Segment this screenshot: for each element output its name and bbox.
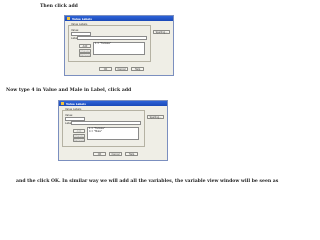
value-field[interactable] [71,32,91,36]
value-labels-list[interactable]: 1 = "Female" [93,42,145,55]
help-button[interactable]: Help [125,152,138,156]
value-labels-dialog-after-add: Value Labels Value Labels Value: Label: … [58,100,168,161]
value-labels-dialog: Value Labels Value Labels Value: Label: … [64,15,174,76]
list-item[interactable]: 4 = "Male" [89,130,138,134]
label-field[interactable] [71,121,141,125]
cancel-button[interactable]: Cancel [109,152,122,156]
spelling-button[interactable]: Spelling... [153,30,170,34]
add-button[interactable]: Add [79,44,91,48]
change-button[interactable]: Change [79,48,91,53]
add-button[interactable]: Add [73,129,85,133]
value-field[interactable] [65,117,85,121]
spelling-button[interactable]: Spelling... [147,115,164,119]
app-icon [67,17,70,20]
value-labels-list[interactable]: 1 = "Female" 4 = "Male" [87,127,139,140]
change-button[interactable]: Change [73,133,85,138]
label-field[interactable] [77,36,147,40]
dialog-title: Value Labels [72,16,92,21]
cancel-button[interactable]: Cancel [115,67,128,71]
caption-then-click-add: Then click add [40,4,78,9]
list-item[interactable]: 1 = "Female" [95,42,144,46]
ok-button[interactable]: OK [99,67,112,71]
caption-type-value-label: Now type 4 in Value and Male in Label, c… [6,88,132,93]
app-icon [61,102,64,105]
ok-button[interactable]: OK [93,152,106,156]
dialog-titlebar[interactable]: Value Labels [65,16,173,21]
remove-button[interactable]: Remove [79,53,91,57]
caption-click-ok: and the click OK. In similar way we will… [16,179,279,184]
remove-button[interactable]: Remove [73,138,85,142]
dialog-titlebar[interactable]: Value Labels [59,101,167,106]
help-button[interactable]: Help [131,67,144,71]
dialog-title: Value Labels [66,101,86,106]
